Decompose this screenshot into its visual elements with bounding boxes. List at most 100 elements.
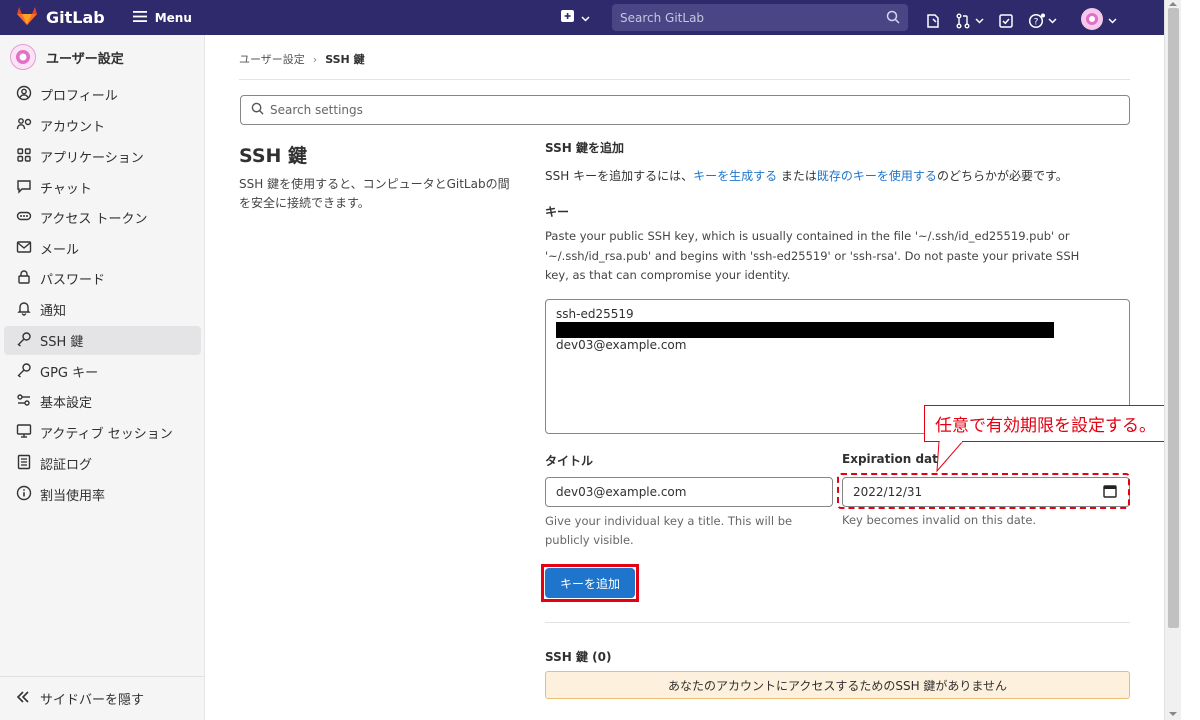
- highlight-box: [541, 564, 639, 602]
- gitlab-home-link[interactable]: GitLab: [16, 6, 105, 30]
- breadcrumb-current[interactable]: SSH 鍵: [325, 51, 364, 67]
- sidebar-item-usage-quotas[interactable]: 割当使用率: [4, 480, 201, 509]
- search-icon: [251, 102, 264, 119]
- chevron-down-icon: [581, 11, 590, 26]
- chat-icon: [16, 178, 40, 198]
- expiration-label: Expiration date: [842, 452, 947, 466]
- log-icon: [16, 454, 40, 474]
- todo-icon[interactable]: [998, 13, 1014, 29]
- collapse-label: サイドバーを隠す: [40, 693, 145, 708]
- intro-text: SSH キーを追加するには、: [545, 169, 694, 183]
- sidebar-item-auth-log[interactable]: 認証ログ: [4, 449, 201, 478]
- page-title: SSH 鍵: [239, 145, 308, 167]
- settings-search-input[interactable]: [270, 103, 1070, 117]
- expiration-help-text: Key becomes invalid on this date.: [842, 513, 1037, 527]
- scroll-down-icon[interactable]: [1169, 712, 1177, 716]
- sidebar-item-label: 割当使用率: [40, 489, 106, 504]
- ssh-keys-list-heading: SSH 鍵 (0): [545, 650, 612, 664]
- top-navbar: GitLab Menu ?: [0, 0, 1164, 35]
- existing-key-link[interactable]: 既存のキーを使用する: [817, 169, 937, 183]
- sidebar-item-notifications[interactable]: 通知: [4, 295, 201, 324]
- account-icon: [16, 116, 40, 136]
- quota-icon: [16, 485, 40, 505]
- main-content: ユーザー設定 › SSH 鍵 SSH 鍵 SSH 鍵を使用すると、コンピュータと…: [205, 35, 1164, 720]
- sidebar-item-label: アクティブ セッション: [40, 427, 173, 442]
- key-line: dev03@example.com: [556, 338, 687, 352]
- mail-icon: [16, 239, 40, 259]
- callout-pointer: [936, 441, 964, 473]
- sidebar-item-password[interactable]: パスワード: [4, 264, 201, 293]
- avatar: [1081, 8, 1103, 34]
- sidebar-item-label: メール: [40, 243, 80, 258]
- bell-icon: [16, 300, 40, 320]
- sidebar-item-chat[interactable]: チャット: [4, 173, 201, 202]
- sidebar-item-gpg-keys[interactable]: GPG キー: [4, 357, 201, 386]
- sidebar-item-applications[interactable]: アプリケーション: [4, 142, 201, 171]
- sidebar-item-label: 基本設定: [40, 396, 93, 411]
- settings-sidebar: ユーザー設定 プロフィール アカウント アプリケーション チャット アクセス ト…: [0, 35, 205, 720]
- sidebar-item-label: SSH 鍵: [40, 335, 84, 350]
- page-scrollbar[interactable]: [1164, 0, 1181, 720]
- scrollbar-thumb[interactable]: [1168, 8, 1179, 628]
- key-help-text: Paste your public SSH key, which is usua…: [545, 229, 1080, 282]
- merge-requests-icon[interactable]: [955, 13, 984, 29]
- sidebar-item-ssh-keys[interactable]: SSH 鍵: [4, 326, 201, 355]
- global-search-input[interactable]: [620, 10, 870, 25]
- sidebar-header[interactable]: ユーザー設定: [0, 35, 204, 79]
- sidebar-item-label: GPG キー: [40, 366, 99, 381]
- title-value: dev03@example.com: [556, 485, 687, 499]
- profile-icon: [16, 85, 40, 105]
- issues-icon[interactable]: [925, 13, 941, 29]
- sidebar-item-preferences[interactable]: 基本設定: [4, 387, 201, 416]
- lock-icon: [16, 269, 40, 289]
- window-edge: [1181, 0, 1200, 720]
- user-avatar-icon: [10, 44, 36, 70]
- form-heading: SSH 鍵を追加: [545, 141, 624, 155]
- token-icon: [16, 208, 40, 228]
- add-ssh-key-form: SSH 鍵を追加 SSH キーを追加するには、キーを生成する または既存のキーを…: [541, 139, 1130, 699]
- section-description: SSH 鍵を使用すると、コンピュータとGitLabの間を安全に接続できます。: [239, 177, 510, 210]
- help-icon[interactable]: ?: [1028, 13, 1057, 29]
- key-line: ssh-ed25519: [556, 307, 634, 321]
- app-name: GitLab: [46, 8, 105, 27]
- sidebar-item-label: アカウント: [40, 120, 106, 135]
- divider: [239, 79, 1130, 80]
- plus-square-icon: [560, 8, 576, 28]
- sidebar-item-label: アクセス トークン: [40, 212, 148, 227]
- sidebar-item-active-sessions[interactable]: アクティブ セッション: [4, 418, 201, 447]
- sidebar-item-label: プロフィール: [40, 89, 118, 104]
- highlight-box: [837, 473, 1130, 509]
- new-item-dropdown[interactable]: [560, 8, 590, 28]
- title-input[interactable]: dev03@example.com: [545, 477, 833, 507]
- breadcrumb-parent[interactable]: ユーザー設定: [239, 51, 305, 67]
- svg-text:?: ?: [1034, 18, 1039, 28]
- sidebar-item-label: アプリケーション: [40, 151, 144, 166]
- navbar-icons: ?: [925, 8, 1131, 34]
- key-icon: [16, 331, 40, 351]
- redacted-key-block: [556, 322, 1054, 338]
- menu-button[interactable]: Menu: [132, 10, 192, 25]
- search-icon: [886, 10, 900, 28]
- monitor-icon: [16, 423, 40, 443]
- divider: [545, 622, 1130, 623]
- sidebar-item-access-tokens[interactable]: アクセス トークン: [4, 203, 201, 232]
- key-icon: [16, 362, 40, 382]
- key-label: キー: [545, 205, 570, 219]
- intro-text: のどちらかが必要です。: [936, 169, 1068, 183]
- title-label: タイトル: [545, 454, 594, 468]
- user-avatar-dropdown[interactable]: [1081, 8, 1117, 34]
- sidebar-item-profile[interactable]: プロフィール: [4, 80, 201, 109]
- title-help-text: Give your individual key a title. This w…: [545, 514, 793, 547]
- menu-label: Menu: [154, 10, 192, 25]
- applications-icon: [16, 147, 40, 167]
- settings-search[interactable]: [240, 95, 1130, 125]
- annotation-callout: 任意で有効期限を設定する。: [924, 405, 1200, 442]
- global-search[interactable]: [612, 4, 908, 31]
- generate-key-link[interactable]: キーを生成する: [693, 169, 777, 183]
- sidebar-title: ユーザー設定: [46, 51, 124, 67]
- double-chevron-left-icon: [16, 690, 40, 707]
- collapse-sidebar-button[interactable]: サイドバーを隠す: [0, 676, 205, 720]
- scroll-up-icon[interactable]: [1169, 2, 1177, 6]
- sidebar-item-account[interactable]: アカウント: [4, 111, 201, 140]
- sidebar-item-email[interactable]: メール: [4, 234, 201, 263]
